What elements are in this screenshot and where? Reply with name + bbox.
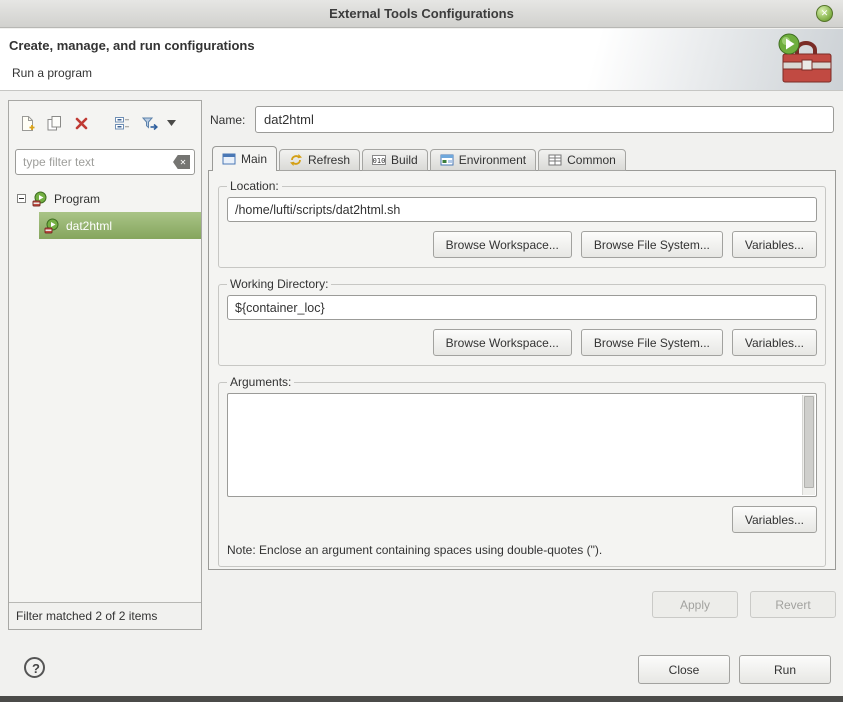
name-input[interactable]: [255, 106, 834, 133]
tab-common[interactable]: Common: [538, 149, 626, 171]
tab-main[interactable]: Main: [212, 146, 277, 171]
config-tabs: Main Refresh 010 Build: [212, 146, 628, 171]
close-button[interactable]: Close: [638, 655, 730, 684]
collapse-all-button[interactable]: [109, 111, 136, 135]
delete-config-button[interactable]: [68, 111, 95, 135]
arguments-note: Note: Enclose an argument containing spa…: [227, 543, 817, 557]
arguments-label: Arguments:: [227, 375, 294, 389]
arguments-variables-button[interactable]: Variables...: [732, 506, 817, 533]
titlebar: External Tools Configurations ✕: [0, 0, 843, 28]
tree-item-label: Program: [54, 192, 100, 206]
refresh-tab-icon: [289, 153, 303, 167]
new-config-icon: [19, 115, 36, 132]
toolbar-menu-button[interactable]: [163, 111, 179, 135]
workdir-variables-button[interactable]: Variables...: [732, 329, 817, 356]
tree-item-dat2html[interactable]: dat2html: [39, 212, 201, 239]
launch-config-icon: [44, 218, 60, 234]
common-tab-icon: [548, 153, 562, 167]
svg-text:010: 010: [373, 157, 386, 165]
filter-configs-button[interactable]: [136, 111, 163, 135]
banner-subtitle: Run a program: [12, 66, 92, 80]
run-button[interactable]: Run: [739, 655, 831, 684]
collapse-all-icon: [114, 115, 131, 132]
tree-item-program[interactable]: Program: [9, 185, 201, 212]
arguments-scrollbar[interactable]: [802, 395, 815, 495]
filter-row: ✕: [15, 149, 195, 175]
location-group: Location: Browse Workspace... Browse Fil…: [218, 179, 826, 268]
arguments-group: Arguments: Variables... Note: Enclose an…: [218, 375, 826, 567]
window-title: External Tools Configurations: [0, 0, 843, 28]
chevron-down-icon: [167, 120, 176, 126]
main-tab-icon: [222, 152, 236, 166]
help-button[interactable]: ?: [24, 657, 45, 678]
window-close-button[interactable]: ✕: [816, 5, 833, 22]
delete-icon: [74, 116, 89, 131]
screen-bottom-edge: [0, 696, 843, 702]
working-directory-input[interactable]: [227, 295, 817, 320]
filter-status: Filter matched 2 of 2 items: [9, 602, 201, 629]
location-browse-workspace-button[interactable]: Browse Workspace...: [433, 231, 572, 258]
environment-tab-icon: [440, 153, 454, 167]
tab-build[interactable]: 010 Build: [362, 149, 428, 171]
location-browse-filesystem-button[interactable]: Browse File System...: [581, 231, 723, 258]
tab-refresh[interactable]: Refresh: [279, 149, 360, 171]
config-detail-panel: Name: Main Refresh 010 Build: [208, 100, 836, 630]
working-directory-label: Working Directory:: [227, 277, 331, 291]
launch-config-sidebar: ✕ Program dat2html Filter matched 2 of 2…: [8, 100, 202, 630]
build-tab-icon: 010: [372, 153, 386, 167]
header-banner: Create, manage, and run configurations R…: [0, 29, 843, 91]
tree-item-label: dat2html: [66, 219, 112, 233]
location-label: Location:: [227, 179, 282, 193]
tree-expander-icon[interactable]: [17, 194, 26, 203]
main-tab-content: Location: Browse Workspace... Browse Fil…: [208, 170, 836, 570]
scrollbar-thumb[interactable]: [804, 396, 814, 488]
workdir-browse-workspace-button[interactable]: Browse Workspace...: [433, 329, 572, 356]
program-category-icon: [32, 191, 48, 207]
banner-title: Create, manage, and run configurations: [9, 38, 255, 53]
arguments-box: [227, 393, 817, 497]
filter-icon: [141, 115, 158, 132]
external-tools-toolbox-icon: [775, 32, 837, 88]
sidebar-toolbar: [14, 111, 179, 135]
location-variables-button[interactable]: Variables...: [732, 231, 817, 258]
tab-environment[interactable]: Environment: [430, 149, 536, 171]
footer-buttons: Close Run: [638, 655, 831, 684]
config-tree: Program dat2html: [9, 185, 201, 239]
name-label: Name:: [210, 113, 245, 127]
revert-button[interactable]: Revert: [750, 591, 836, 618]
new-config-button[interactable]: [14, 111, 41, 135]
working-directory-group: Working Directory: Browse Workspace... B…: [218, 277, 826, 366]
workdir-browse-filesystem-button[interactable]: Browse File System...: [581, 329, 723, 356]
filter-input[interactable]: [15, 149, 195, 175]
location-input[interactable]: [227, 197, 817, 222]
duplicate-icon: [46, 115, 63, 132]
apply-button[interactable]: Apply: [652, 591, 738, 618]
apply-revert-row: Apply Revert: [652, 591, 836, 618]
arguments-textarea[interactable]: [230, 396, 800, 494]
duplicate-config-button[interactable]: [41, 111, 68, 135]
